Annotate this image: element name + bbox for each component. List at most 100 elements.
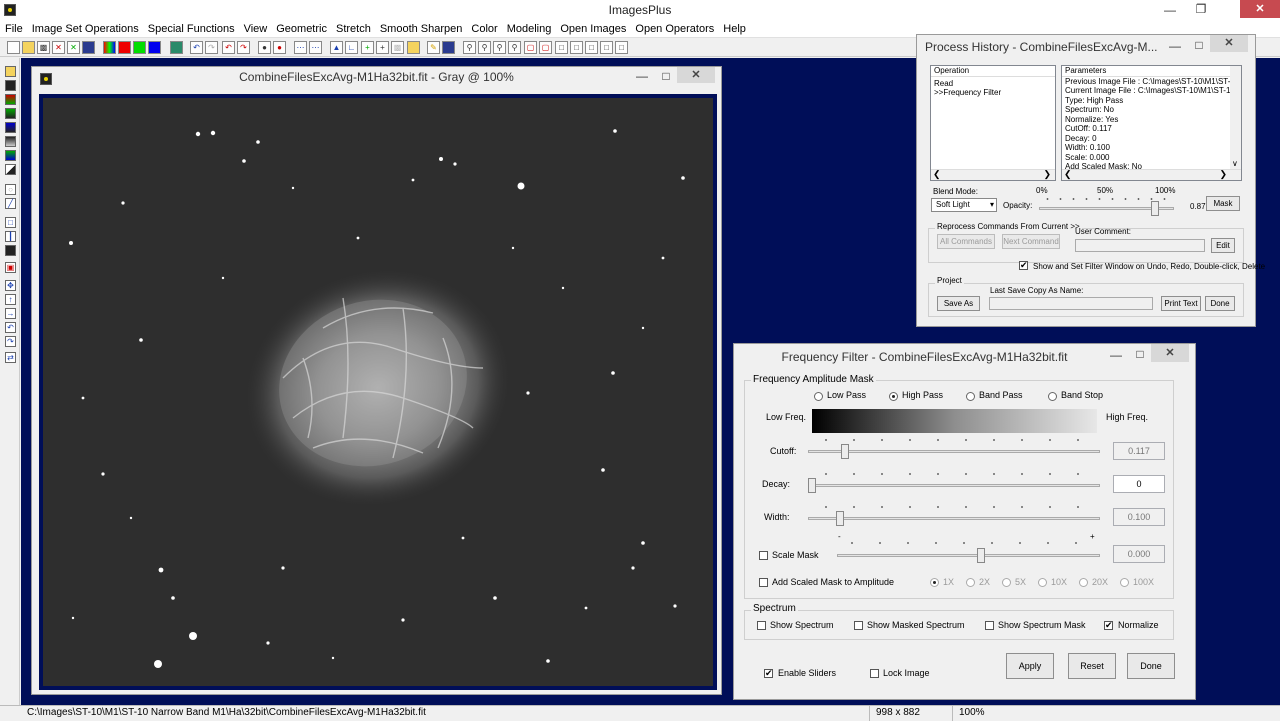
window-stack-icon[interactable]: □ [600,41,613,54]
grid-icon[interactable] [170,41,183,54]
opacity-slider-thumb[interactable] [1150,201,1159,216]
window-cascade-icon[interactable]: □ [570,41,583,54]
arrow-right-icon[interactable]: → [5,308,16,319]
tool-channel-icon[interactable] [5,150,16,161]
arrow-up-icon[interactable]: ↑ [5,294,16,305]
tool-fill-icon[interactable] [5,245,16,256]
minimize-icon[interactable]: — [635,69,649,83]
edit-comment-button[interactable]: Edit [1211,238,1235,253]
operation-item[interactable]: Read [931,79,1055,89]
tool-contrast-icon[interactable] [5,164,16,175]
maximize-icon[interactable]: □ [1192,38,1206,52]
minimize-icon[interactable]: — [1168,39,1182,53]
user-comment-field[interactable] [1075,239,1205,252]
tool-line-icon[interactable]: ╱ [5,198,16,209]
window-red2-icon[interactable]: ▢ [539,41,552,54]
decay-value-field[interactable]: 0 [1113,475,1165,493]
operation-item[interactable]: >>Frequency Filter [931,88,1055,98]
close-image-window-button[interactable]: ✕ [677,67,715,83]
menu-image-set-operations[interactable]: Image Set Operations [32,23,139,35]
scale-mask-checkbox[interactable] [759,551,768,560]
close-filter-button[interactable]: ✕ [1151,344,1189,362]
show-set-filter-checkbox[interactable]: ✔ [1019,261,1028,270]
print-text-button[interactable]: Print Text [1161,296,1201,311]
scroll-left-icon[interactable]: ❮ [1064,169,1072,180]
maximize-icon[interactable]: □ [1133,347,1147,361]
parameters-list[interactable]: Parameters Previous Image File : C:\Imag… [1061,65,1242,181]
tool-black-icon[interactable] [5,80,16,91]
tool-color-icon[interactable] [5,94,16,105]
green-channel-icon[interactable] [133,41,146,54]
multiplier-20x-radio[interactable] [1079,578,1088,587]
tool-vertical-icon[interactable]: ┃ [5,231,16,242]
high-pass-radio[interactable] [889,392,898,401]
done-button[interactable]: Done [1127,653,1175,679]
window-arrange-icon[interactable]: □ [585,41,598,54]
add-scaled-mask-checkbox[interactable] [759,578,768,587]
width-slider-thumb[interactable] [836,511,845,526]
multiplier-2x-radio[interactable] [966,578,975,587]
pencil-icon[interactable]: ✎ [427,41,440,54]
red-channel-icon[interactable] [118,41,131,54]
zoom-100-icon[interactable]: ⚲ [508,41,521,54]
menu-help[interactable]: Help [723,23,746,35]
menu-geometric[interactable]: Geometric [276,23,327,35]
region-icon[interactable]: ⋯ [309,41,322,54]
show-masked-spectrum-checkbox[interactable] [854,621,863,630]
undo-icon[interactable]: ↶ [190,41,203,54]
menu-smooth-sharpen[interactable]: Smooth Sharpen [380,23,463,35]
astro-image-canvas[interactable] [43,98,713,686]
menu-view[interactable]: View [244,23,268,35]
record-icon[interactable]: ● [258,41,271,54]
menu-open-images[interactable]: Open Images [560,23,626,35]
next-command-button[interactable]: Next Command [1002,234,1060,249]
multiplier-1x-radio[interactable] [930,578,939,587]
width-slider-track[interactable] [808,517,1100,520]
multiplier-10x-radio[interactable] [1038,578,1047,587]
window-red-icon[interactable]: ▢ [524,41,537,54]
operation-list[interactable]: Operation Read >>Frequency Filter ❮ ❯ [930,65,1056,181]
close-history-button[interactable]: ✕ [1210,35,1248,52]
rotate-ccw-icon[interactable]: ↶ [5,322,16,333]
redo-all-icon[interactable]: ↷ [237,41,250,54]
tool-open-icon[interactable] [5,66,16,77]
tool-select-icon[interactable]: □ [5,217,16,228]
done-button[interactable]: Done [1205,296,1235,311]
crosshair-icon[interactable]: + [361,41,374,54]
all-commands-button[interactable]: All Commands [937,234,995,249]
multiplier-5x-radio[interactable] [1002,578,1011,587]
minimize-icon[interactable]: — [1163,3,1177,17]
decay-slider-thumb[interactable] [808,478,816,493]
flip-icon[interactable]: ⇄ [5,352,16,363]
show-spectrum-checkbox[interactable] [757,621,766,630]
scale-value-field[interactable]: 0.000 [1113,545,1165,563]
lock-image-checkbox[interactable] [870,669,879,678]
axis-icon[interactable]: ∟ [345,41,358,54]
tool-blue-icon[interactable] [5,122,16,133]
menu-open-operators[interactable]: Open Operators [635,23,714,35]
scroll-left-icon[interactable]: ❮ [933,169,941,180]
menu-stretch[interactable]: Stretch [336,23,371,35]
cutoff-slider-thumb[interactable] [841,444,850,459]
window-tile-icon[interactable]: □ [555,41,568,54]
menu-file[interactable]: File [5,23,23,35]
tool-green-icon[interactable] [5,108,16,119]
mask-button[interactable]: Mask [1206,196,1240,211]
save-icon[interactable]: ▩ [37,41,50,54]
low-pass-radio[interactable] [814,392,823,401]
stamp-icon[interactable] [442,41,455,54]
tool-crop-icon[interactable]: ▣ [5,262,16,273]
close-all-icon[interactable]: ✕ [67,41,80,54]
target-icon[interactable]: + [376,41,389,54]
parameters-hscroll[interactable]: ❮ ❯ [1062,169,1241,180]
width-value-field[interactable]: 0.100 [1113,508,1165,526]
new-file-icon[interactable] [7,41,20,54]
last-save-name-field[interactable] [989,297,1153,310]
close-image-icon[interactable]: ✕ [52,41,65,54]
maximize-icon[interactable]: □ [659,69,673,83]
chart-icon[interactable]: ▲ [330,41,343,54]
open-folder-icon[interactable] [22,41,35,54]
stop-icon[interactable]: ● [273,41,286,54]
band-pass-radio[interactable] [966,392,975,401]
show-spectrum-mask-checkbox[interactable] [985,621,994,630]
